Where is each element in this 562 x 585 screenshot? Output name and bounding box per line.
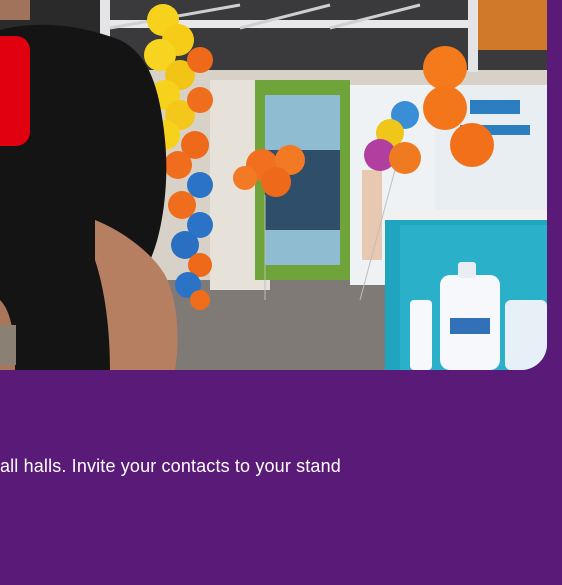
trade-show-photo xyxy=(0,0,547,370)
caption-text: all halls. Invite your contacts to your … xyxy=(0,456,341,476)
promo-section: all halls. Invite your contacts to your … xyxy=(0,0,562,585)
hero-photo xyxy=(0,0,547,370)
red-badge xyxy=(0,36,30,146)
